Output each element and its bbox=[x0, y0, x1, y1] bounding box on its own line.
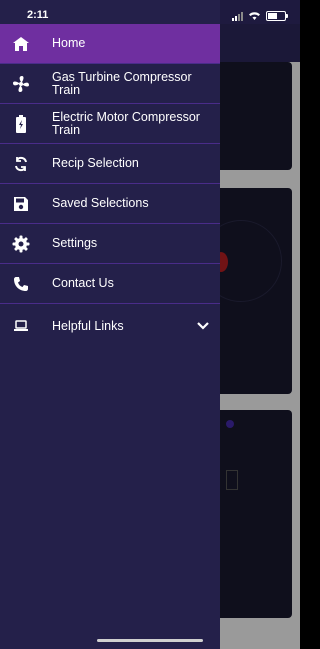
menu-item-label: Gas Turbine Compressor Train bbox=[52, 69, 192, 97]
fan-icon bbox=[12, 75, 30, 93]
menu-item-saved-selections[interactable]: Saved Selections bbox=[0, 184, 220, 224]
wifi-icon bbox=[248, 9, 261, 23]
menu-item-label: Saved Selections bbox=[52, 196, 149, 210]
menu-item-label: Helpful Links bbox=[52, 318, 124, 333]
battery-icon bbox=[12, 114, 30, 133]
menu-item-helpful-links[interactable]: Helpful Links bbox=[0, 304, 220, 348]
menu-item-label: Contact Us bbox=[52, 276, 114, 290]
home-indicator[interactable] bbox=[97, 639, 203, 642]
status-time: 2:11 bbox=[27, 9, 49, 21]
chevron-down-icon[interactable] bbox=[196, 319, 210, 333]
battery-status-icon bbox=[266, 11, 288, 21]
menu-item-gas-turbine-compressor-train[interactable]: Gas Turbine Compressor Train bbox=[0, 64, 220, 104]
phone-icon bbox=[12, 275, 30, 293]
status-icons bbox=[232, 9, 288, 23]
background-graphic bbox=[226, 420, 234, 428]
background-card[interactable] bbox=[216, 62, 292, 170]
signal-icon bbox=[232, 11, 243, 21]
menu-item-recip-selection[interactable]: Recip Selection bbox=[0, 144, 220, 184]
menu-item-settings[interactable]: Settings bbox=[0, 224, 220, 264]
laptop-icon bbox=[12, 317, 30, 335]
navigation-drawer: Home Gas Turbine Compressor Train Electr… bbox=[0, 0, 220, 649]
save-icon bbox=[12, 195, 30, 213]
menu-item-label: Recip Selection bbox=[52, 156, 139, 170]
home-icon bbox=[12, 35, 30, 53]
menu-item-electric-motor-compressor-train[interactable]: Electric Motor Compressor Train bbox=[0, 104, 220, 144]
background-graphic bbox=[226, 470, 238, 490]
menu-item-label: Home bbox=[52, 36, 86, 50]
menu-item-label: Electric Motor Compressor Train bbox=[52, 109, 200, 137]
menu-item-home[interactable]: Home bbox=[0, 24, 220, 64]
menu-item-contact-us[interactable]: Contact Us bbox=[0, 264, 220, 304]
background-card[interactable] bbox=[216, 410, 292, 618]
sync-icon bbox=[12, 155, 30, 173]
status-bar: 2:11 bbox=[0, 0, 300, 24]
gear-icon bbox=[12, 235, 30, 253]
menu-item-label: Settings bbox=[52, 236, 98, 250]
drawer-menu: Home Gas Turbine Compressor Train Electr… bbox=[0, 24, 220, 348]
